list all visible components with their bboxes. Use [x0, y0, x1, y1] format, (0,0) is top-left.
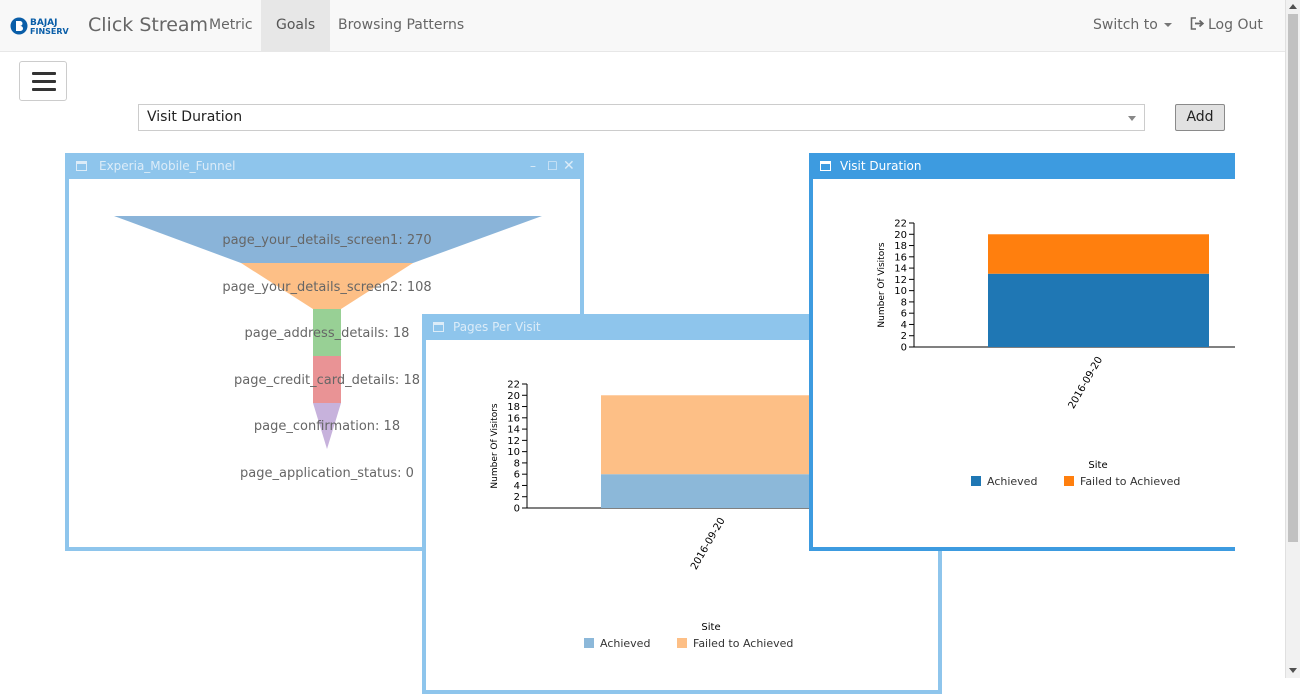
caret-down-icon: [1163, 23, 1172, 27]
y-tick-label: 10: [894, 286, 907, 297]
pages-window-title: Pages Per Visit: [453, 320, 541, 334]
logout-icon: [1190, 17, 1205, 30]
y-tick-label: 20: [507, 391, 520, 402]
top-navbar: BAJAJ FINSERV Click Stream Metric Goals …: [0, 0, 1285, 52]
funnel-stage-label: page_your_details_screen2: 108: [222, 280, 431, 295]
switch-to-dropdown[interactable]: Switch to: [1093, 0, 1172, 51]
y-tick-label: 12: [507, 436, 520, 447]
x-tick-label: 2016-09-20: [689, 516, 728, 572]
nav-metric[interactable]: Metric: [194, 0, 268, 51]
scroll-thumb[interactable]: [1288, 14, 1298, 542]
nav-browsing-patterns[interactable]: Browsing Patterns: [323, 0, 479, 51]
switch-to-label: Switch to: [1093, 17, 1158, 33]
minimize-icon[interactable]: –: [530, 153, 536, 179]
legend-label[interactable]: Achieved: [987, 475, 1037, 488]
x-tick-label: 2016-09-20: [1067, 355, 1106, 411]
y-tick-label: 22: [507, 380, 520, 391]
y-tick-label: 16: [507, 413, 520, 424]
duration-window-titlebar[interactable]: Visit Duration: [809, 153, 1249, 179]
bar-segment: [601, 474, 841, 508]
visit-duration-chart: 0246810121416182022 Number Of Visitors 201…: [877, 219, 1235, 488]
y-tick-label: 14: [894, 264, 907, 275]
window-icon: [433, 322, 444, 332]
y-tick-label: 4: [901, 320, 907, 331]
bar-segment: [988, 234, 1209, 274]
add-button[interactable]: Add: [1175, 104, 1225, 131]
chevron-down-icon: [1128, 116, 1136, 121]
y-tick-label: 8: [901, 297, 907, 308]
y-tick-label: 4: [514, 481, 520, 492]
goal-select-value: Visit Duration: [147, 109, 243, 125]
hamburger-icon-bar: [32, 80, 56, 83]
y-tick-label: 22: [894, 219, 907, 230]
window-icon: [76, 161, 87, 171]
y-tick-label: 2: [901, 331, 907, 342]
hamburger-icon-bar: [32, 88, 56, 91]
page-scrollbar[interactable]: [1285, 0, 1300, 678]
bar-segment: [988, 273, 1209, 347]
y-tick-label: 20: [894, 230, 907, 241]
nav-goals[interactable]: Goals: [261, 0, 331, 51]
funnel-stage-label: page_credit_card_details: 18: [234, 373, 420, 388]
window-icon: [820, 161, 831, 171]
legend-swatch: [1064, 476, 1074, 486]
scroll-down-icon[interactable]: [1289, 668, 1297, 673]
maximize-icon[interactable]: ☐: [547, 153, 558, 179]
hamburger-icon: [32, 72, 56, 75]
svg-text:FINSERV: FINSERV: [30, 27, 70, 36]
bajaj-finserv-logo[interactable]: BAJAJ FINSERV: [10, 15, 80, 37]
y-tick-label: 8: [514, 458, 520, 469]
close-icon[interactable]: ✕: [563, 153, 575, 179]
legend-swatch: [971, 476, 981, 486]
y-tick-label: 2: [514, 492, 520, 503]
funnel-stage-label: page_application_status: 0: [240, 466, 414, 481]
y-tick-label: 16: [894, 252, 907, 263]
visit-duration-window: Visit Duration 0 2 4 6 8 10 12 14 16 18 20 22 Number…: [809, 153, 1249, 551]
y-tick-label: 18: [507, 402, 520, 413]
logout-label: Log Out: [1208, 17, 1263, 33]
y-axis-label: Number Of Visitors: [877, 242, 887, 328]
x-axis-label: Site: [1088, 460, 1107, 471]
funnel-window-titlebar[interactable]: Experia_Mobile_Funnel – ☐ ✕: [65, 153, 584, 179]
logout-button[interactable]: Log Out: [1190, 0, 1263, 51]
app-title[interactable]: Click Stream: [88, 14, 208, 36]
funnel-stage-label: page_address_details: 18: [245, 326, 410, 341]
y-tick-label: 10: [507, 447, 520, 458]
legend-label[interactable]: Achieved: [600, 637, 650, 650]
y-tick-label: 6: [514, 470, 520, 481]
y-axis-label: Number Of Visitors: [490, 403, 500, 489]
legend-swatch: [677, 638, 687, 648]
menu-toggle-button[interactable]: [19, 61, 67, 101]
scroll-up-icon[interactable]: [1289, 4, 1297, 9]
goal-select[interactable]: Visit Duration: [138, 104, 1145, 131]
y-tick-label: 18: [894, 241, 907, 252]
y-tick-label: 0: [901, 343, 907, 354]
y-tick-label: 0: [514, 504, 520, 515]
y-tick-label: 14: [507, 425, 520, 436]
funnel-stage-label: page_your_details_screen1: 270: [222, 233, 431, 248]
viewport-edge: [1235, 52, 1285, 678]
x-axis-label: Site: [701, 622, 720, 633]
legend-label[interactable]: Failed to Achieved: [1080, 475, 1180, 488]
legend-label[interactable]: Failed to Achieved: [693, 637, 793, 650]
y-tick-label: 6: [901, 309, 907, 320]
legend-swatch: [584, 638, 594, 648]
funnel-stage-label: page_confirmation: 18: [254, 419, 400, 434]
bar-segment: [601, 395, 841, 475]
y-tick-label: 12: [894, 275, 907, 286]
duration-window-title: Visit Duration: [840, 159, 922, 173]
funnel-window-title: Experia_Mobile_Funnel: [99, 159, 236, 173]
